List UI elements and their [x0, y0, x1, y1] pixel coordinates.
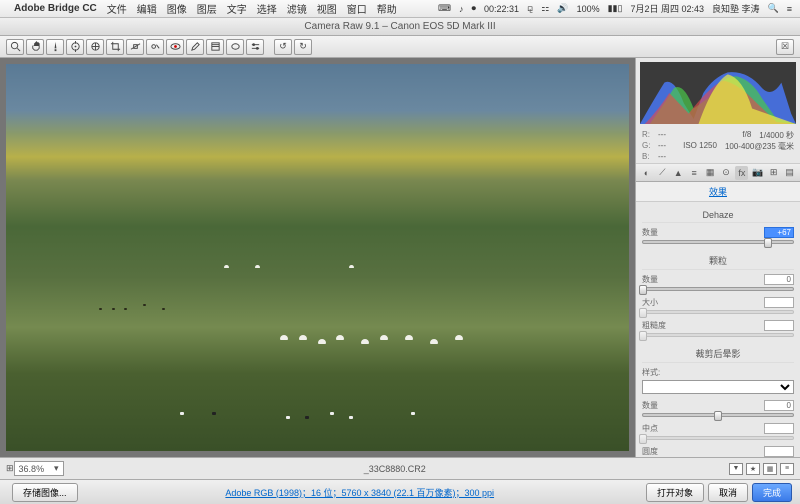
filename-label: _33C8880.CR2 — [64, 464, 726, 474]
grain-size-control: 大小 — [642, 297, 794, 314]
panel-tabs: ◐ ⟋ ▲ ≡ ▦ ⊙ fx 📷 ⊞ ▤ — [636, 164, 800, 182]
app-name[interactable]: Adobe Bridge CC — [14, 3, 97, 14]
footer-bar: 存储图像... Adobe RGB (1998)；16 位；5760 x 384… — [0, 479, 800, 504]
tab-lens-icon[interactable]: ⊙ — [720, 166, 733, 180]
tab-fx-icon[interactable]: fx — [735, 166, 748, 180]
tab-presets-icon[interactable]: ⊞ — [767, 166, 780, 180]
camera-raw-toolbar: ↺ ↻ ☒ — [0, 36, 800, 58]
dehaze-amount-control: 数量+67 — [642, 227, 794, 244]
targeted-adjustment-tool[interactable] — [86, 39, 104, 55]
search-icon[interactable]: 🔍 — [768, 3, 779, 14]
graduated-filter-tool[interactable] — [206, 39, 224, 55]
menu-file[interactable]: 文件 — [107, 1, 127, 16]
rating-icon[interactable]: ★ — [746, 463, 760, 475]
spot-removal-tool[interactable] — [146, 39, 164, 55]
keyboard-icon[interactable]: ⌨ — [438, 3, 451, 14]
menu-layer[interactable]: 图层 — [197, 1, 217, 16]
straighten-tool[interactable] — [126, 39, 144, 55]
window-titlebar: Camera Raw 9.1 – Canon EOS 5D Mark III — [0, 18, 800, 36]
grain-amount-value[interactable]: 0 — [764, 274, 794, 285]
menu-type[interactable]: 文字 — [227, 1, 247, 16]
panel-title: 效果 — [636, 182, 800, 202]
vignette-amount-control: 数量0 — [642, 400, 794, 417]
preview-image[interactable] — [6, 64, 629, 451]
battery[interactable]: 100% — [577, 4, 600, 14]
mark-delete-tool[interactable]: ☒ — [776, 39, 794, 55]
preview-pane — [0, 58, 635, 457]
grain-rough-control: 粗糙度 — [642, 320, 794, 337]
user[interactable]: 良知塾 李涛 — [712, 2, 760, 15]
radial-filter-tool[interactable] — [226, 39, 244, 55]
rotate-ccw-tool[interactable]: ↺ — [274, 39, 292, 55]
zoom-tool[interactable] — [6, 39, 24, 55]
vignette-midpoint-control: 中点 — [642, 423, 794, 440]
adjustments-sidebar: R:---f/81/4000 秒 G:---ISO 1250100-400@23… — [635, 58, 800, 457]
notifications-icon[interactable]: ≡ — [787, 4, 792, 14]
crop-tool[interactable] — [106, 39, 124, 55]
workflow-link[interactable]: Adobe RGB (1998)；16 位；5760 x 3840 (22.1 … — [78, 486, 642, 499]
white-balance-tool[interactable] — [46, 39, 64, 55]
timer: 00:22:31 — [484, 4, 519, 14]
tab-split-icon[interactable]: ▦ — [704, 166, 717, 180]
battery-icon: ▮▮▯ — [608, 3, 623, 14]
vignette-round-control: 圆度 — [642, 446, 794, 457]
macos-menubar: Adobe Bridge CC 文件 编辑 图像 图层 文字 选择 滤镜 视图 … — [0, 0, 800, 18]
zoom-select[interactable]: 36.8%▾ — [14, 461, 64, 476]
tab-hsl-icon[interactable]: ≡ — [688, 166, 701, 180]
section-dehaze: Dehaze — [642, 206, 794, 223]
grain-amount-control: 数量0 — [642, 274, 794, 291]
vignette-amount-slider[interactable] — [642, 413, 794, 417]
camera-icon[interactable]: ⏺ — [471, 3, 476, 14]
menu-filter[interactable]: 滤镜 — [287, 1, 307, 16]
date[interactable]: 7月2日 周四 02:43 — [630, 2, 704, 15]
section-grain: 颗粒 — [642, 250, 794, 270]
tab-camera-icon[interactable]: 📷 — [751, 166, 764, 180]
vignette-amount-value[interactable]: 0 — [764, 400, 794, 411]
audio-icon[interactable]: ♪ — [459, 4, 464, 14]
hand-tool[interactable] — [26, 39, 44, 55]
menu-image[interactable]: 图像 — [167, 1, 187, 16]
exif-info: R:---f/81/4000 秒 G:---ISO 1250100-400@23… — [636, 128, 800, 164]
preferences-tool[interactable] — [246, 39, 264, 55]
tab-curve-icon[interactable]: ⟋ — [656, 166, 669, 180]
grid-icon[interactable]: ⊞ — [6, 463, 14, 474]
select-all-icon[interactable]: ▦ — [763, 463, 777, 475]
dehaze-amount-slider[interactable] — [642, 240, 794, 244]
grain-amount-slider[interactable] — [642, 287, 794, 291]
menu-window[interactable]: 窗口 — [347, 1, 367, 16]
wifi-icon[interactable]: ⚏ — [541, 3, 549, 14]
menu-view[interactable]: 视图 — [317, 1, 337, 16]
adjustment-brush-tool[interactable] — [186, 39, 204, 55]
vignette-midpoint-slider[interactable] — [642, 436, 794, 440]
menu-select[interactable]: 选择 — [257, 1, 277, 16]
grain-size-slider[interactable] — [642, 310, 794, 314]
tab-detail-icon[interactable]: ▲ — [672, 166, 685, 180]
dehaze-amount-value[interactable]: +67 — [764, 227, 794, 238]
grain-rough-slider[interactable] — [642, 333, 794, 337]
chevron-down-icon: ▾ — [54, 463, 59, 474]
vignette-style-control: 样式: — [642, 367, 794, 394]
window-title: Camera Raw 9.1 – Canon EOS 5D Mark III — [304, 21, 495, 32]
redeye-tool[interactable] — [166, 39, 184, 55]
histogram[interactable] — [640, 62, 796, 124]
volume-icon[interactable]: 🔊 — [557, 3, 568, 14]
filter-icon[interactable]: ▼ — [729, 463, 743, 475]
vignette-style-select[interactable] — [642, 380, 794, 394]
menu-edit[interactable]: 编辑 — [137, 1, 157, 16]
bluetooth-icon[interactable]: ⚼ — [527, 3, 533, 14]
tab-basic-icon[interactable]: ◐ — [640, 166, 653, 180]
rotate-cw-tool[interactable]: ↻ — [294, 39, 312, 55]
save-image-button[interactable]: 存储图像... — [12, 483, 78, 502]
menu-help[interactable]: 帮助 — [377, 1, 397, 16]
done-button[interactable]: 完成 — [752, 483, 792, 502]
filmstrip-bar: ⊞ 36.8%▾ _33C8880.CR2 ▼ ★ ▦ ≡ — [0, 457, 800, 479]
tab-snapshots-icon[interactable]: ▤ — [783, 166, 796, 180]
color-sampler-tool[interactable] — [66, 39, 84, 55]
section-vignette: 裁剪后晕影 — [642, 343, 794, 363]
open-object-button[interactable]: 打开对象 — [646, 483, 704, 502]
sync-icon[interactable]: ≡ — [780, 463, 794, 475]
cancel-button[interactable]: 取消 — [708, 483, 748, 502]
